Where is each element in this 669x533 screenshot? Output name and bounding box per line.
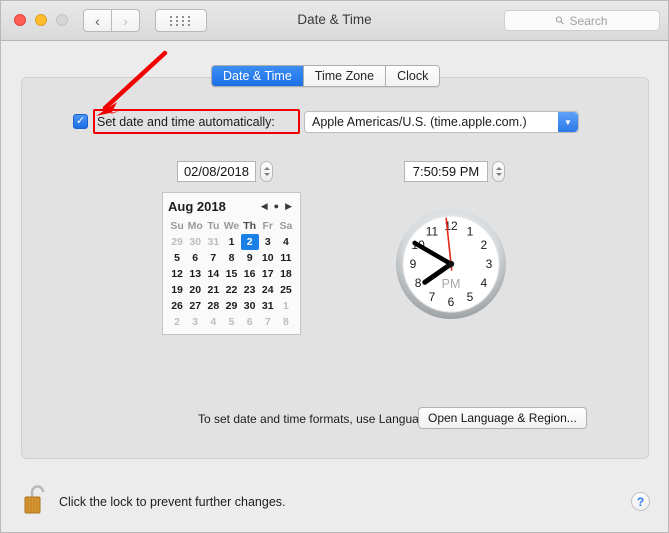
calendar-day[interactable]: 26 <box>168 298 186 314</box>
calendar-day[interactable]: 1 <box>277 298 295 314</box>
clock-center-pin <box>447 260 455 268</box>
calendar-day-header: Th <box>243 220 257 232</box>
search-input[interactable]: ⚲ Search <box>504 10 660 31</box>
chevron-down-icon[interactable]: ▼ <box>558 112 578 132</box>
calendar-day[interactable]: 27 <box>186 298 204 314</box>
calendar-day-header: Su <box>170 220 184 232</box>
tab-bar: Date & Time Time Zone Clock <box>211 65 441 87</box>
calendar-day[interactable]: 23 <box>241 282 259 298</box>
next-month-icon[interactable]: ▶ <box>285 202 292 211</box>
time-stepper[interactable] <box>492 161 505 182</box>
calendar-day[interactable]: 6 <box>241 314 259 330</box>
date-stepper[interactable] <box>260 161 273 182</box>
clock-hour-number: 2 <box>481 238 488 252</box>
calendar-day[interactable]: 29 <box>168 234 186 250</box>
calendar-day[interactable]: 6 <box>186 250 204 266</box>
calendar-day[interactable]: 2 <box>168 314 186 330</box>
lock-icon[interactable] <box>23 482 51 516</box>
tab-time-zone[interactable]: Time Zone <box>303 66 387 86</box>
clock-hour-number: 9 <box>410 257 417 271</box>
calendar-day[interactable]: 4 <box>277 234 295 250</box>
calendar-day[interactable]: 9 <box>241 250 259 266</box>
calendar-day[interactable]: 8 <box>222 250 240 266</box>
calendar-day[interactable]: 4 <box>204 314 222 330</box>
calendar-day-header: Fr <box>262 220 274 232</box>
today-dot-icon[interactable]: ● <box>274 202 279 211</box>
calendar-day[interactable]: 18 <box>277 266 295 282</box>
window-titlebar: ‹ › Date & Time ⚲ Search <box>1 1 668 41</box>
tab-date-time[interactable]: Date & Time <box>212 66 304 86</box>
previous-month-icon[interactable]: ◀ <box>261 202 268 211</box>
set-date-time-automatically-checkbox[interactable]: ✓ <box>73 114 88 129</box>
analog-clock: 121234567891011 PM <box>394 204 509 322</box>
calendar-day[interactable]: 5 <box>222 314 240 330</box>
calendar-day[interactable]: 28 <box>204 298 222 314</box>
calendar-day[interactable]: 17 <box>259 266 277 282</box>
calendar-day[interactable]: 24 <box>259 282 277 298</box>
calendar-day[interactable]: 8 <box>277 314 295 330</box>
time-server-dropdown[interactable]: Apple Americas/U.S. (time.apple.com.) ▼ <box>304 111 579 133</box>
calendar-day[interactable]: 7 <box>259 314 277 330</box>
calendar-day-header: Sa <box>279 220 293 232</box>
calendar-day[interactable]: 3 <box>259 234 277 250</box>
clock-hour-number: 11 <box>426 224 439 238</box>
calendar-day-header: We <box>223 220 240 232</box>
calendar-day[interactable]: 10 <box>259 250 277 266</box>
clock-hour-number: 5 <box>467 290 474 304</box>
set-date-time-automatically-label: Set date and time automatically: <box>97 115 275 129</box>
lock-hint-text: Click the lock to prevent further change… <box>59 495 286 509</box>
time-server-value: Apple Americas/U.S. (time.apple.com.) <box>312 115 527 129</box>
calendar-day[interactable]: 19 <box>168 282 186 298</box>
calendar-day[interactable]: 30 <box>186 234 204 250</box>
calendar-day[interactable]: 20 <box>186 282 204 298</box>
calendar-day[interactable]: 12 <box>168 266 186 282</box>
clock-hour-number: 8 <box>415 276 422 290</box>
calendar-day-selected[interactable]: 2 <box>240 234 259 250</box>
calendar-day[interactable]: 1 <box>222 234 240 250</box>
calendar-day[interactable]: 31 <box>259 298 277 314</box>
calendar-day[interactable]: 30 <box>241 298 259 314</box>
calendar-day[interactable]: 29 <box>222 298 240 314</box>
tab-clock[interactable]: Clock <box>386 66 440 86</box>
calendar-day[interactable]: 11 <box>277 250 295 266</box>
open-language-region-button[interactable]: Open Language & Region... <box>418 407 587 429</box>
clock-hour-number: 3 <box>486 257 493 271</box>
clock-hour-number: 7 <box>429 290 436 304</box>
calendar-day-header: Mo <box>187 220 203 232</box>
calendar-header: Aug 2018 ◀ ● ▶ <box>168 197 295 216</box>
calendar-month-label: Aug 2018 <box>168 199 226 214</box>
calendar-day-header: Tu <box>207 220 220 232</box>
date-input[interactable]: 02/08/2018 <box>177 161 256 182</box>
calendar-day[interactable]: 16 <box>241 266 259 282</box>
clock-meridiem-label: PM <box>442 277 461 291</box>
time-input[interactable]: 7:50:59 PM <box>404 161 488 182</box>
calendar-day[interactable]: 21 <box>204 282 222 298</box>
calendar-grid: Su Mo Tu We Th Fr Sa 29 30 31 1 2 3 4 5 6 7 8 9 10 11 12 13 14 1… <box>168 218 295 330</box>
calendar-day[interactable]: 5 <box>168 250 186 266</box>
calendar-day[interactable]: 25 <box>277 282 295 298</box>
calendar-day[interactable]: 13 <box>186 266 204 282</box>
calendar-day[interactable]: 15 <box>222 266 240 282</box>
clock-hour-number: 1 <box>467 224 474 238</box>
help-button[interactable]: ? <box>631 492 650 511</box>
calendar-day[interactable]: 3 <box>186 314 204 330</box>
search-placeholder: Search <box>569 13 608 28</box>
search-icon: ⚲ <box>553 13 568 28</box>
calendar-day[interactable]: 22 <box>222 282 240 298</box>
preferences-content-panel <box>21 77 649 459</box>
clock-hour-number: 6 <box>448 295 455 309</box>
calendar-widget[interactable]: Aug 2018 ◀ ● ▶ Su Mo Tu We Th Fr Sa 29 30 31 1 2 3 4 5… <box>162 192 301 335</box>
calendar-day[interactable]: 31 <box>204 234 222 250</box>
calendar-day[interactable]: 7 <box>204 250 222 266</box>
calendar-day[interactable]: 14 <box>204 266 222 282</box>
calendar-nav: ◀ ● ▶ <box>261 202 295 211</box>
date-time-preferences-window: ‹ › Date & Time ⚲ Search Date & Time Tim… <box>0 0 669 533</box>
clock-hour-number: 4 <box>481 276 488 290</box>
